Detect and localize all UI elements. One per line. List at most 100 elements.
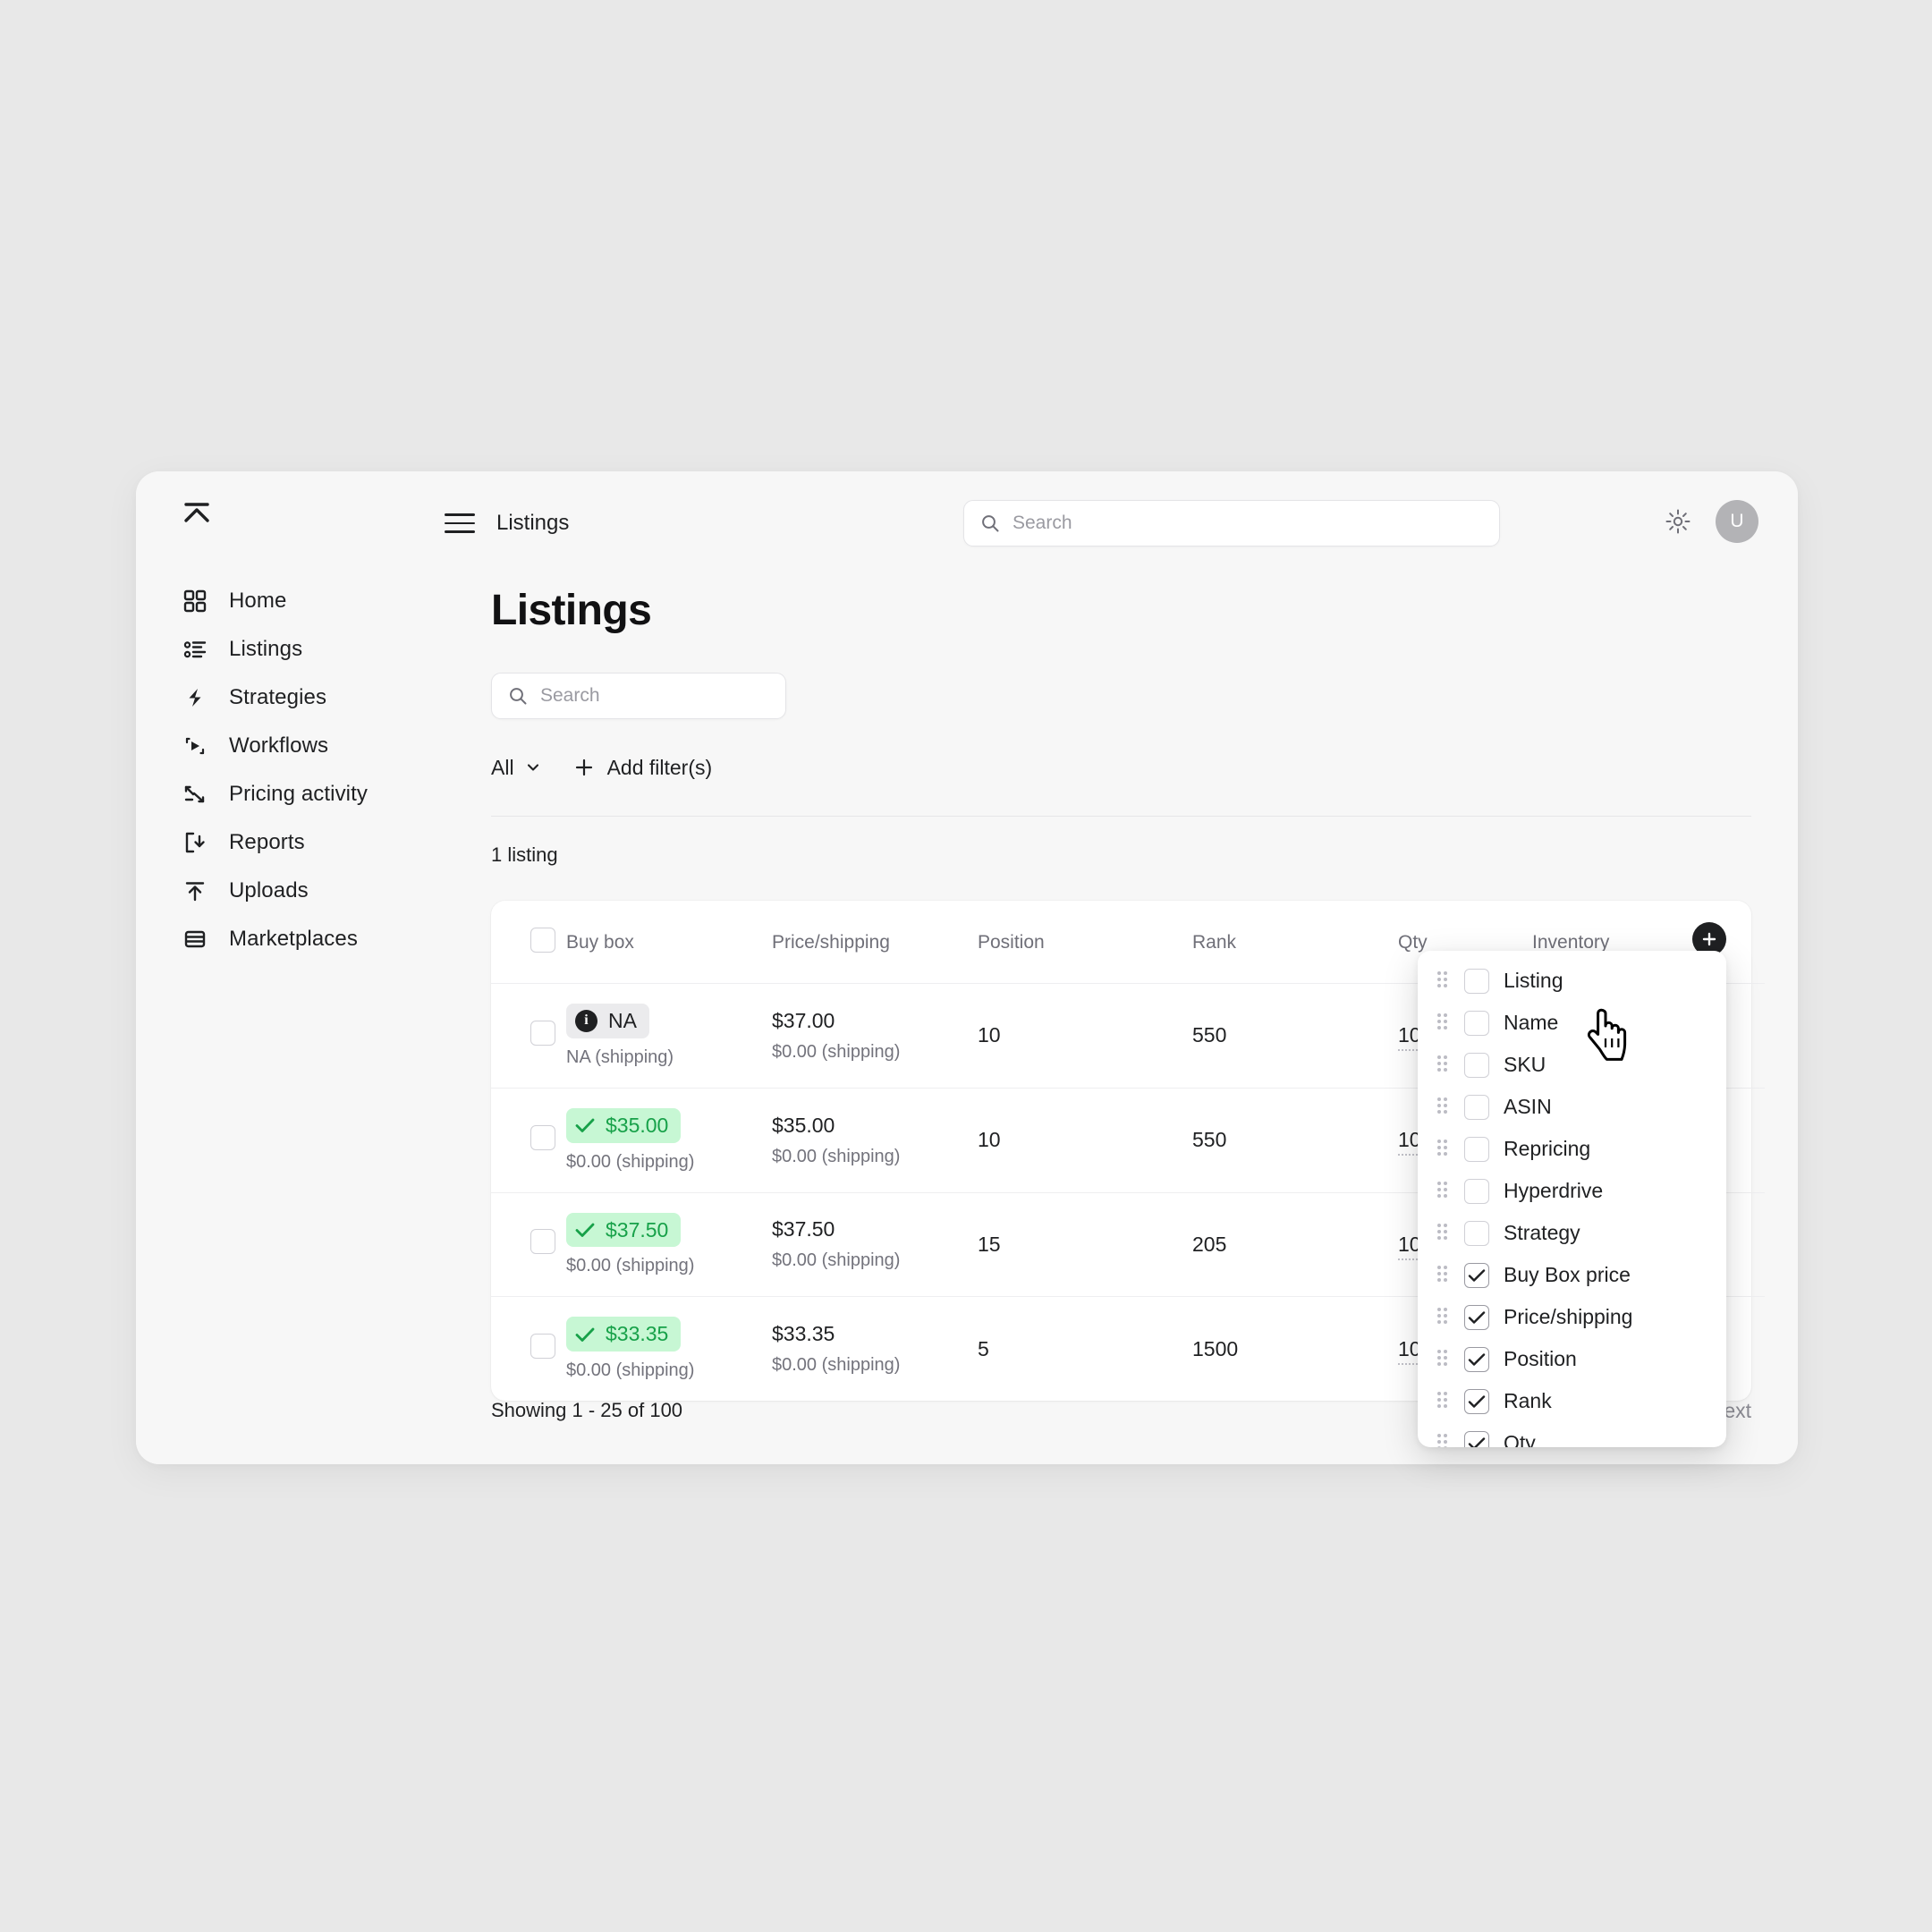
drag-handle-icon[interactable] bbox=[1437, 1265, 1450, 1285]
cell-price-shipping: $37.50 $0.00 (shipping) bbox=[772, 1192, 978, 1298]
column-option-buy-box-price[interactable]: Buy Box price bbox=[1418, 1254, 1726, 1296]
cell-buy-box: $35.00 $0.00 (shipping) bbox=[566, 1088, 772, 1193]
cell-rank: 550 bbox=[1192, 1088, 1398, 1193]
column-option-rank[interactable]: Rank bbox=[1418, 1380, 1726, 1422]
column-option-listing[interactable]: Listing bbox=[1418, 960, 1726, 1002]
check-icon bbox=[575, 1326, 595, 1343]
cell-rank: 205 bbox=[1192, 1192, 1398, 1298]
filter-scope-select[interactable]: All bbox=[491, 756, 541, 780]
listings-search-input[interactable] bbox=[540, 685, 769, 707]
column-option-position[interactable]: Position bbox=[1418, 1338, 1726, 1380]
row-checkbox[interactable] bbox=[530, 1020, 555, 1046]
column-option-checkbox[interactable] bbox=[1464, 1262, 1489, 1288]
column-option-label: SKU bbox=[1504, 1053, 1546, 1076]
cell-position: 10 bbox=[978, 983, 1192, 1089]
buy-box-value: $35.00 bbox=[606, 1113, 669, 1137]
row-checkbox[interactable] bbox=[530, 1124, 555, 1150]
drag-handle-icon[interactable] bbox=[1437, 1097, 1450, 1117]
cell-position: 10 bbox=[978, 1088, 1192, 1193]
showing-range: Showing 1 - 25 of 100 bbox=[491, 1399, 683, 1421]
column-option-asin[interactable]: ASIN bbox=[1418, 1086, 1726, 1128]
row-checkbox[interactable] bbox=[530, 1334, 555, 1360]
add-filter-button[interactable]: Add filter(s) bbox=[573, 756, 712, 780]
info-icon: i bbox=[575, 1009, 597, 1032]
drag-handle-icon[interactable] bbox=[1437, 1433, 1450, 1447]
sidebar-item-home[interactable]: Home bbox=[136, 577, 445, 625]
column-option-sku[interactable]: SKU bbox=[1418, 1044, 1726, 1086]
row-checkbox[interactable] bbox=[530, 1229, 555, 1255]
drag-handle-icon[interactable] bbox=[1437, 1139, 1450, 1159]
filter-row: All Add filter(s) bbox=[491, 750, 1798, 785]
buy-box-badge: i NA bbox=[566, 1004, 649, 1038]
column-option-hyperdrive[interactable]: Hyperdrive bbox=[1418, 1170, 1726, 1212]
cell-price-shipping: $37.00 $0.00 (shipping) bbox=[772, 983, 978, 1089]
check-icon bbox=[575, 1117, 595, 1133]
column-option-checkbox[interactable] bbox=[1464, 1010, 1489, 1036]
buy-box-value: NA bbox=[608, 1009, 637, 1032]
price-value: $35.00 bbox=[772, 1113, 835, 1137]
row-select-cell bbox=[491, 983, 566, 1089]
filter-scope-label: All bbox=[491, 755, 514, 779]
price-value: $37.50 bbox=[772, 1217, 835, 1241]
sidebar-item-label: Listings bbox=[229, 637, 303, 661]
sidebar-item-pricing-activity[interactable]: Pricing activity bbox=[136, 770, 445, 818]
column-header-buy-box[interactable]: Buy box bbox=[566, 901, 772, 984]
sidebar: Home Listings Strategies Workflows Prici… bbox=[136, 471, 445, 1464]
sidebar-item-marketplaces[interactable]: Marketplaces bbox=[136, 915, 445, 963]
sun-icon[interactable] bbox=[1660, 504, 1696, 539]
listings-search[interactable] bbox=[491, 673, 786, 719]
price-value: $33.35 bbox=[772, 1322, 835, 1346]
collapse-panel-icon[interactable] bbox=[172, 489, 222, 539]
column-option-checkbox[interactable] bbox=[1464, 1430, 1489, 1447]
sidebar-item-strategies[interactable]: Strategies bbox=[136, 674, 445, 722]
sidebar-item-uploads[interactable]: Uploads bbox=[136, 867, 445, 915]
avatar[interactable]: U bbox=[1716, 500, 1758, 543]
plus-icon bbox=[573, 757, 595, 778]
global-search-input[interactable] bbox=[1013, 513, 1483, 534]
column-option-qty[interactable]: Qty bbox=[1418, 1422, 1726, 1447]
top-bar: Listings Search U bbox=[445, 471, 1798, 575]
drag-handle-icon[interactable] bbox=[1437, 970, 1450, 991]
column-option-checkbox[interactable] bbox=[1464, 1346, 1489, 1372]
sidebar-item-listings[interactable]: Listings bbox=[136, 625, 445, 674]
column-option-checkbox[interactable] bbox=[1464, 1388, 1489, 1414]
column-option-price-shipping[interactable]: Price/shipping bbox=[1418, 1296, 1726, 1338]
drag-handle-icon[interactable] bbox=[1437, 1181, 1450, 1201]
select-all-checkbox[interactable] bbox=[530, 928, 555, 953]
column-option-checkbox[interactable] bbox=[1464, 1220, 1489, 1246]
column-option-label: ASIN bbox=[1504, 1095, 1552, 1118]
column-option-label: Hyperdrive bbox=[1504, 1179, 1604, 1202]
topbar-actions: U bbox=[1660, 500, 1758, 543]
column-option-checkbox[interactable] bbox=[1464, 1052, 1489, 1078]
bolt-icon bbox=[182, 685, 208, 710]
drag-handle-icon[interactable] bbox=[1437, 1349, 1450, 1369]
price-shipping: $0.00 (shipping) bbox=[772, 1041, 901, 1062]
column-option-checkbox[interactable] bbox=[1464, 1094, 1489, 1120]
column-option-checkbox[interactable] bbox=[1464, 1136, 1489, 1162]
global-search[interactable] bbox=[963, 500, 1500, 547]
drag-handle-icon[interactable] bbox=[1437, 1055, 1450, 1075]
column-option-checkbox[interactable] bbox=[1464, 1304, 1489, 1330]
drag-handle-icon[interactable] bbox=[1437, 1223, 1450, 1243]
column-option-name[interactable]: Name bbox=[1418, 1002, 1726, 1044]
buy-box-badge: $33.35 bbox=[566, 1317, 682, 1352]
row-select-cell bbox=[491, 1088, 566, 1193]
column-option-strategy[interactable]: Strategy bbox=[1418, 1212, 1726, 1254]
column-header-rank[interactable]: Rank bbox=[1192, 901, 1398, 984]
column-option-label: Repricing bbox=[1504, 1137, 1591, 1160]
drag-handle-icon[interactable] bbox=[1437, 1013, 1450, 1033]
column-option-checkbox[interactable] bbox=[1464, 1178, 1489, 1204]
column-option-repricing[interactable]: Repricing bbox=[1418, 1128, 1726, 1170]
drag-handle-icon[interactable] bbox=[1437, 1307, 1450, 1327]
list-icon bbox=[182, 637, 208, 662]
sidebar-item-label: Workflows bbox=[229, 733, 329, 758]
sidebar-item-workflows[interactable]: Workflows bbox=[136, 722, 445, 770]
column-header-price-shipping[interactable]: Price/shipping bbox=[772, 901, 978, 984]
upload-arrow-icon bbox=[182, 878, 208, 903]
sidebar-item-label: Strategies bbox=[229, 685, 327, 709]
column-header-position[interactable]: Position bbox=[978, 901, 1192, 984]
drag-handle-icon[interactable] bbox=[1437, 1391, 1450, 1411]
sidebar-item-reports[interactable]: Reports bbox=[136, 818, 445, 867]
column-option-checkbox[interactable] bbox=[1464, 968, 1489, 994]
hamburger-icon[interactable] bbox=[445, 508, 475, 538]
